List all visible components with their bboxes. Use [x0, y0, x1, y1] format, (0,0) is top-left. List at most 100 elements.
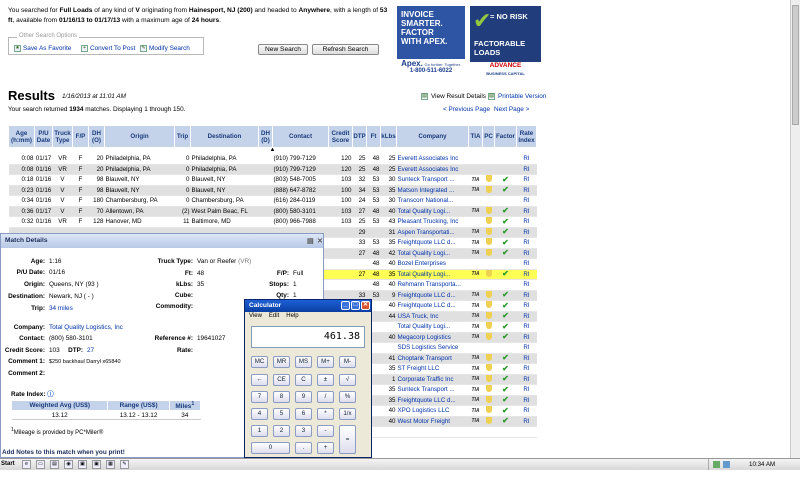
cell-ri[interactable]: RI [516, 395, 537, 406]
column-header[interactable]: Truck Type [52, 125, 73, 148]
menu-edit[interactable]: Edit [269, 313, 279, 321]
cell-ri[interactable]: RI [516, 258, 537, 270]
tray-icon[interactable] [723, 461, 730, 468]
column-header[interactable]: Rate Index [516, 125, 537, 148]
table-row[interactable]: 0:18 01/16 V F 98 Blauvelt, NY 0 Blauvelt, NY (8… [8, 174, 537, 186]
calc-key[interactable]: 5 [273, 408, 290, 420]
apex-ad[interactable]: INVOICE SMARTER. FACTOR WITH APEX. Apex. Go… [397, 6, 465, 76]
view-details-link[interactable]: ▤ View Result Details [421, 93, 486, 100]
refresh-search-button[interactable]: Refresh Search [312, 44, 379, 55]
quicklaunch-explorer-icon[interactable]: ▤ [50, 460, 59, 469]
calc-key[interactable]: 1 [251, 425, 268, 437]
calc-key[interactable]: 3 [295, 425, 312, 437]
calc-key[interactable]: ← [251, 374, 268, 386]
calc-key[interactable]: M- [339, 356, 356, 368]
calc-key[interactable]: C [295, 374, 312, 386]
cell-ri[interactable]: RI [516, 332, 537, 343]
cell-ri[interactable]: RI [516, 374, 537, 385]
calc-key[interactable]: MS [295, 356, 312, 368]
cell-ri[interactable]: RI [516, 321, 537, 333]
page-scrollbar[interactable] [790, 0, 800, 458]
calc-key[interactable]: M+ [317, 356, 334, 368]
prev-page-link[interactable]: < Previous Page [443, 106, 490, 113]
cell-ri[interactable]: RI [516, 279, 537, 291]
column-header[interactable]: F/P [72, 125, 89, 148]
calc-key[interactable]: MR [273, 356, 290, 368]
cell-ri[interactable]: RI [516, 227, 537, 238]
quicklaunch-desktop-icon[interactable]: ▭ [36, 460, 45, 469]
calculator-titlebar[interactable]: Calculator _ □ ✕ [245, 300, 371, 312]
cell-ri[interactable]: RI [516, 153, 537, 165]
column-header[interactable]: Factor [494, 125, 517, 148]
cell-ri[interactable]: RI [516, 363, 537, 375]
column-header[interactable]: DH (O) [88, 125, 105, 148]
cell-ri[interactable]: RI [516, 311, 537, 322]
column-header[interactable]: Company [396, 125, 469, 148]
column-header[interactable]: DH (D) [258, 125, 273, 148]
menu-view[interactable]: View [249, 313, 262, 321]
cell-ri[interactable]: RI [516, 206, 537, 217]
scroll-thumb[interactable] [792, 5, 799, 125]
calc-key[interactable]: % [339, 391, 356, 403]
cell-ri[interactable]: RI [516, 290, 537, 301]
column-header[interactable]: PC [482, 125, 495, 148]
cell-ri[interactable]: RI [516, 248, 537, 259]
table-row[interactable]: 0:23 01/16 V F 98 Blauvelt, NY 0 Blauvelt, NY (8… [8, 185, 537, 196]
calc-key[interactable]: 7 [251, 391, 268, 403]
calc-key[interactable]: 8 [273, 391, 290, 403]
printable-link[interactable]: ▤ Printable Version [488, 93, 546, 100]
calc-key[interactable]: - [317, 425, 334, 437]
column-header[interactable]: Ft [366, 125, 381, 148]
calc-key[interactable]: = [339, 425, 356, 454]
cell-ri[interactable]: RI [516, 416, 537, 427]
column-header[interactable]: Credit Score [328, 125, 353, 148]
column-header[interactable]: DTP [352, 125, 367, 148]
calc-key[interactable]: ± [317, 374, 334, 386]
print-icon[interactable]: ▤ [307, 237, 314, 245]
calc-key[interactable]: / [317, 391, 334, 403]
new-search-button[interactable]: New Search [258, 44, 308, 55]
calc-key[interactable]: MC [251, 356, 268, 368]
cell-ri[interactable]: RI [516, 237, 537, 249]
cell-ri[interactable]: RI [516, 300, 537, 312]
next-page-link[interactable]: Next Page > [494, 106, 529, 113]
quicklaunch-ie-icon[interactable]: e [22, 460, 31, 469]
cell-ri[interactable]: RI [516, 405, 537, 417]
taskbar-chrome-icon[interactable]: ◉ [64, 460, 73, 469]
company-link[interactable]: Total Quality Logistics, Inc [49, 324, 123, 331]
table-row[interactable]: 0:36 01/17 V F 70 Allentown, PA (2) West Palm B… [8, 206, 537, 217]
save-favorite-link[interactable]: ★ Save As Favorite [14, 45, 71, 52]
cell-ri[interactable] [516, 426, 537, 438]
calc-key[interactable]: 9 [295, 391, 312, 403]
table-row[interactable]: 0:32 01/16 VR F 128 Hanover, MD 11 Baltimore, M… [8, 216, 537, 228]
advance-ad[interactable]: ✔ = NO RISK FACTORABLE LOADS ADVANCE BUSIN… [470, 6, 541, 76]
cell-ri[interactable]: RI [516, 195, 537, 207]
cell-ri[interactable]: RI [516, 185, 537, 196]
trip-link[interactable]: 34 miles [49, 305, 73, 312]
start-button[interactable]: Start [1, 460, 17, 469]
column-header[interactable]: Contact [272, 125, 329, 148]
help-icon[interactable]: ⓘ [47, 391, 53, 398]
column-header[interactable]: Destination [190, 125, 259, 148]
close-icon[interactable]: ✕ [361, 301, 370, 310]
column-header[interactable]: Origin [104, 125, 175, 148]
table-row[interactable]: 0:34 01/16 V F 180 Chambersburg, PA 0 Chambersb… [8, 195, 537, 207]
taskbar-app-icon[interactable]: ▣ [92, 460, 101, 469]
column-header[interactable]: TIA [468, 125, 483, 148]
maximize-icon[interactable]: □ [351, 301, 360, 310]
calc-key[interactable]: + [317, 442, 334, 454]
calc-key[interactable]: 4 [251, 408, 268, 420]
calc-key[interactable]: CE [273, 374, 290, 386]
taskbar-app-icon[interactable]: ▣ [78, 460, 87, 469]
calc-key[interactable]: 6 [295, 408, 312, 420]
cell-ri[interactable]: RI [516, 342, 537, 354]
tray-icon[interactable] [713, 461, 720, 468]
close-icon[interactable]: ✕ [317, 237, 323, 245]
cell-ri[interactable]: RI [516, 164, 537, 175]
taskbar-app-icon[interactable]: ✎ [120, 460, 129, 469]
cell-ri[interactable]: RI [516, 174, 537, 186]
calc-key[interactable]: 2 [273, 425, 290, 437]
calc-key[interactable]: 1/x [339, 408, 356, 420]
cell-ri[interactable]: RI [516, 269, 537, 280]
cell-ri[interactable]: RI [516, 384, 537, 396]
